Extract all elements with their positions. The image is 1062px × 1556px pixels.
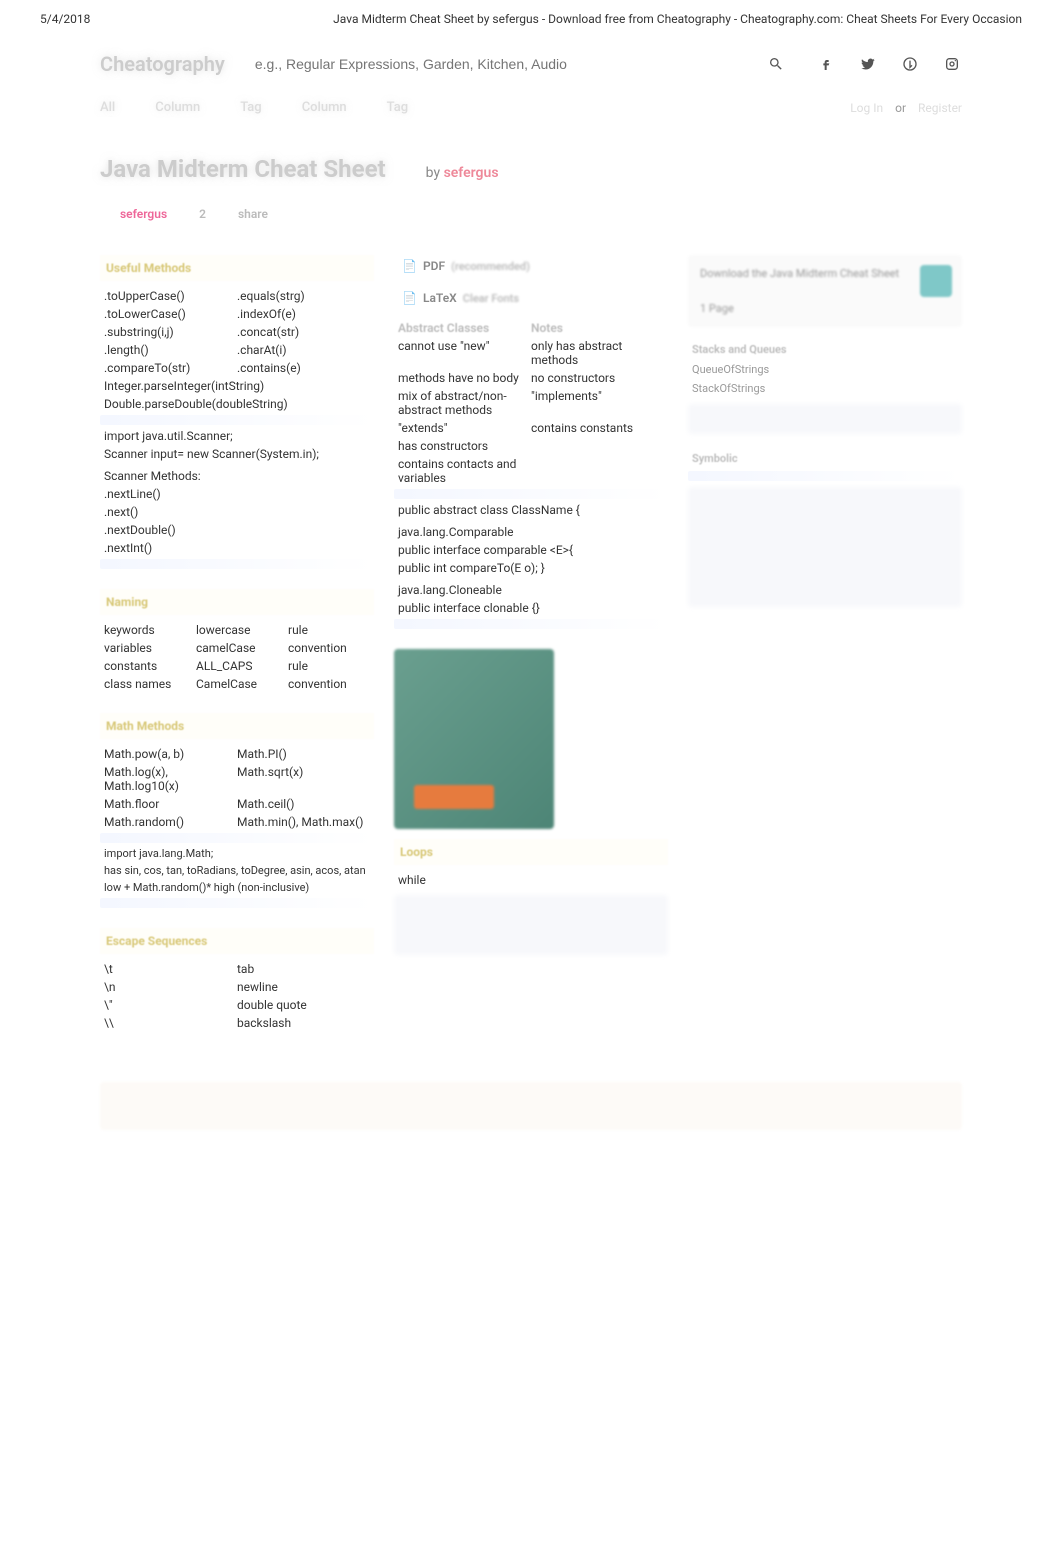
search-input[interactable]	[255, 52, 766, 76]
code-line: public interface comparable <E>{	[394, 541, 668, 559]
divider	[394, 489, 668, 499]
table-row: .toUpperCase().equals(strg)	[100, 287, 374, 305]
table-row: Double.parseDouble(doubleString)	[100, 395, 374, 413]
card-pages: 1 Page	[700, 302, 950, 315]
blurred-content	[688, 487, 962, 607]
side-section-title: Stacks and Queues	[688, 339, 962, 360]
nav-item-4[interactable]: Tag	[387, 100, 408, 115]
divider	[100, 559, 374, 569]
nav-item-1[interactable]: Column	[155, 100, 200, 115]
section-naming: Naming	[100, 589, 374, 615]
footer-ribbon	[100, 1082, 962, 1130]
side-section-title: Symbolic	[688, 448, 962, 469]
table-row: has constructors	[394, 437, 668, 455]
table-row: \ttab	[100, 960, 374, 978]
code-line: .nextDouble()	[100, 521, 374, 539]
code-line: .nextInt()	[100, 539, 374, 557]
table-row: Math.log(x), Math.log10(x)Math.sqrt(x)	[100, 763, 374, 795]
code-line: java.lang.Comparable	[394, 523, 668, 541]
table-row: keywordslowercaserule	[100, 621, 374, 639]
table-row: variablescamelCaseconvention	[100, 639, 374, 657]
search-icon[interactable]	[766, 54, 786, 74]
action-download[interactable]: sefergus	[110, 203, 177, 225]
download-card[interactable]: Download the Java Midterm Cheat Sheet 1 …	[688, 255, 962, 327]
byline-author[interactable]: sefergus	[444, 165, 499, 181]
table-row: while	[394, 871, 668, 889]
table-row: \"double quote	[100, 996, 374, 1014]
col-headers: Abstract ClassesNotes	[394, 319, 668, 337]
table-row: methods have no bodyno constructors	[394, 369, 668, 387]
code-line: Scanner input= new Scanner(System.in);	[100, 445, 374, 463]
section-math: Math Methods	[100, 713, 374, 739]
facebook-icon[interactable]	[816, 54, 836, 74]
login-link[interactable]: Log In	[850, 101, 883, 115]
page-date: 5/4/2018	[40, 12, 90, 26]
table-row: cannot use "new"only has abstract method…	[394, 337, 668, 369]
table-row: .length().charAt(i)	[100, 341, 374, 359]
table-row: .substring(i,j).concat(str)	[100, 323, 374, 341]
brand-logo[interactable]: Cheatography	[100, 52, 225, 76]
code-line: import java.util.Scanner;	[100, 427, 374, 445]
auth-or: or	[895, 101, 906, 115]
list-item: QueueOfStrings	[688, 360, 962, 379]
table-row: \nnewline	[100, 978, 374, 996]
avatar	[920, 265, 952, 297]
twitter-icon[interactable]	[858, 54, 878, 74]
register-link[interactable]: Register	[918, 101, 962, 115]
section-loops: Loops	[394, 839, 668, 865]
divider	[688, 471, 962, 481]
code-line: .next()	[100, 503, 374, 521]
code-line: java.lang.Cloneable	[394, 581, 668, 599]
table-row: .compareTo(str).contains(e)	[100, 359, 374, 377]
card-title: Download the Java Midterm Cheat Sheet	[700, 267, 950, 280]
action-share[interactable]: share	[228, 203, 278, 225]
table-row: contains contacts and variables	[394, 455, 668, 487]
blurred-content	[394, 895, 668, 955]
table-row: mix of abstract/non-abstract methods"imp…	[394, 387, 668, 419]
byline-prefix: by	[426, 165, 440, 181]
table-row: \\backslash	[100, 1014, 374, 1032]
table-row: class namesCamelCaseconvention	[100, 675, 374, 693]
table-row: "extends"contains constants	[394, 419, 668, 437]
nav-item-3[interactable]: Column	[302, 100, 347, 115]
page-meta-title: Java Midterm Cheat Sheet by sefergus - D…	[333, 12, 1022, 26]
blurred-content	[688, 404, 962, 434]
code-line: Scanner Methods:	[100, 467, 374, 485]
note-line: import java.lang.Math;	[100, 845, 374, 862]
action-like[interactable]: 2	[189, 203, 216, 225]
code-line: public int compareTo(E o); }	[394, 559, 668, 577]
table-row: Math.pow(a, b)Math.PI()	[100, 745, 374, 763]
table-row: Integer.parseInteger(intString)	[100, 377, 374, 395]
nav-item-2[interactable]: Tag	[240, 100, 261, 115]
note-line: has sin, cos, tan, toRadians, toDegree, …	[100, 862, 374, 879]
byline: by sefergus	[426, 165, 499, 181]
latex-icon: 📄	[402, 291, 417, 305]
nav-item-0[interactable]: All	[100, 100, 115, 115]
list-item: StackOfStrings	[688, 379, 962, 398]
table-row: Math.floorMath.ceil()	[100, 795, 374, 813]
code-line: public abstract class ClassName {	[394, 501, 668, 519]
pdf-icon: 📄	[402, 259, 417, 273]
divider	[100, 898, 374, 908]
note-line: low + Math.random()* high (non-inclusive…	[100, 879, 374, 896]
code-line: public interface clonable {}	[394, 599, 668, 617]
table-row: constantsALL_CAPSrule	[100, 657, 374, 675]
download-pdf[interactable]: 📄 PDF (recommended)	[394, 255, 538, 277]
divider	[100, 415, 374, 425]
table-row: .toLowerCase().indexOf(e)	[100, 305, 374, 323]
ad-banner[interactable]	[394, 649, 554, 829]
divider	[394, 619, 668, 629]
page-title: Java Midterm Cheat Sheet	[100, 155, 386, 183]
instagram-icon[interactable]	[942, 54, 962, 74]
table-row: Math.random()Math.min(), Math.max()	[100, 813, 374, 831]
divider	[100, 833, 374, 843]
code-line: .nextLine()	[100, 485, 374, 503]
section-useful-methods: Useful Methods	[100, 255, 374, 281]
section-escape: Escape Sequences	[100, 928, 374, 954]
download-latex[interactable]: 📄 LaTeX Clear Fonts	[394, 287, 527, 309]
pinterest-icon[interactable]	[900, 54, 920, 74]
